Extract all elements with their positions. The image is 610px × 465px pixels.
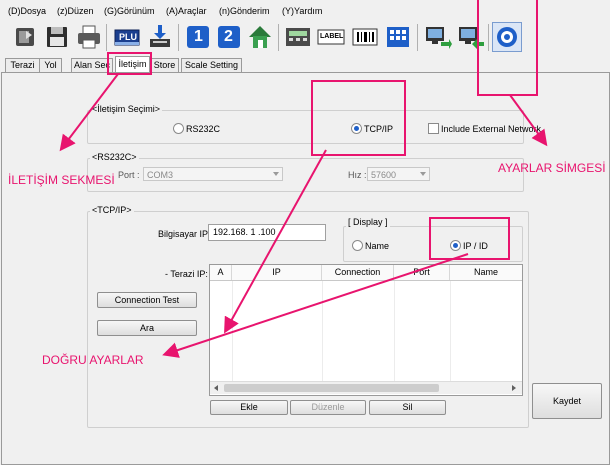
tcpip-arrow — [224, 149, 327, 334]
tab-arrow — [59, 73, 119, 152]
settings-arrow — [509, 94, 548, 147]
ipid-arrow — [162, 253, 469, 358]
annotation-correct-settings-text: DOĞRU AYARLAR — [42, 353, 144, 367]
annotation-settings-text: AYARLAR SİMGESİ — [498, 161, 606, 175]
annotation-tab-text: İLETİŞİM SEKMESİ — [8, 173, 115, 187]
annotation-arrows — [59, 73, 548, 358]
